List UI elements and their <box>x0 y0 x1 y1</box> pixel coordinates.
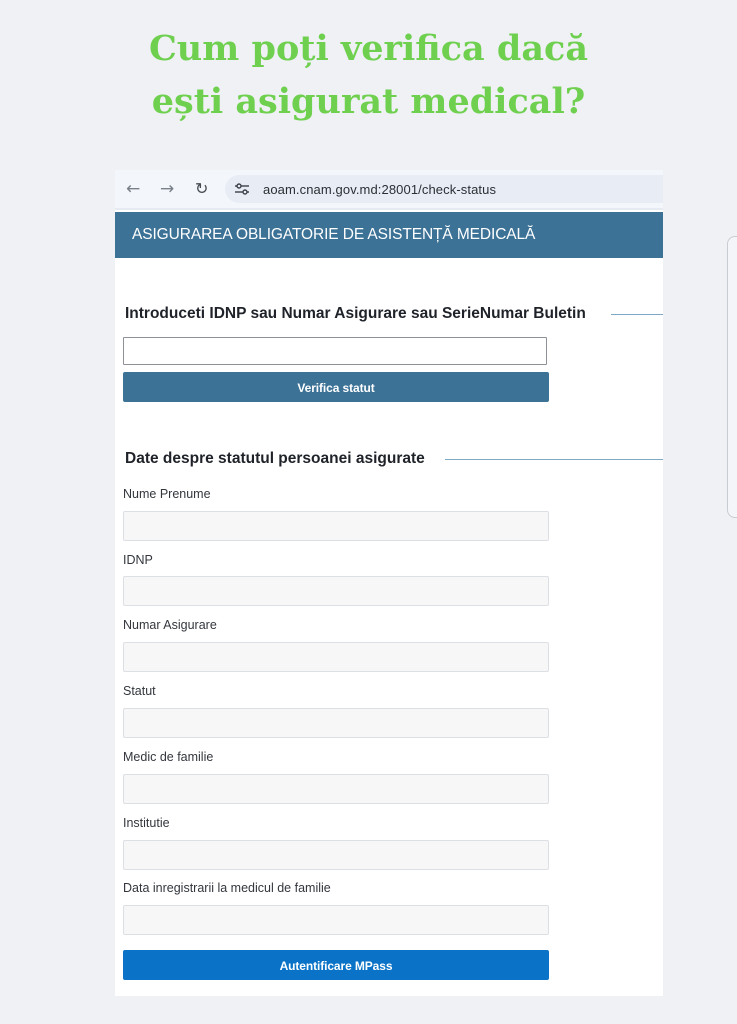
browser-screenshot: ← → ↻ aoam.cnam.gov.md:28001/check-statu… <box>115 170 663 996</box>
status-section-title: Date despre statutul persoanei asigurate <box>125 450 425 467</box>
field-label-insurance-number: Numar Asigurare <box>123 618 217 632</box>
verify-status-button[interactable]: Verifica statut <box>123 372 549 402</box>
field-label-family-doctor: Medic de familie <box>123 750 214 764</box>
address-bar[interactable]: aoam.cnam.gov.md:28001/check-status <box>225 175 663 203</box>
field-idnp <box>123 576 549 606</box>
reload-icon[interactable]: ↻ <box>195 179 208 199</box>
headline-line-2: ești asigurat medical? <box>151 81 586 122</box>
arrow-right-icon[interactable]: → <box>160 179 174 199</box>
field-name <box>123 511 549 541</box>
field-registration-date <box>123 905 549 935</box>
side-panel-handle[interactable] <box>727 236 737 518</box>
arrow-left-icon[interactable]: ← <box>126 179 140 199</box>
browser-toolbar: ← → ↻ aoam.cnam.gov.md:28001/check-statu… <box>115 170 663 210</box>
url-text: aoam.cnam.gov.md:28001/check-status <box>263 182 497 197</box>
field-label-idnp: IDNP <box>123 553 153 567</box>
headline-line-1: Cum poți verifica dacă <box>148 28 589 69</box>
article-headline: Cum poți verifica dacă ești asigurat med… <box>0 22 737 128</box>
field-institution <box>123 840 549 870</box>
app-title: ASIGURAREA OBLIGATORIE DE ASISTENȚĂ MEDI… <box>132 226 536 243</box>
search-section-title: Introduceti IDNP sau Numar Asigurare sau… <box>125 305 586 322</box>
app-header: ASIGURAREA OBLIGATORIE DE ASISTENȚĂ MEDI… <box>115 212 663 258</box>
section-divider <box>445 459 663 460</box>
field-label-registration-date: Data inregistrarii la medicul de familie <box>123 881 331 895</box>
field-insurance-number <box>123 642 549 672</box>
field-label-institution: Institutie <box>123 816 170 830</box>
tune-icon[interactable] <box>234 181 250 197</box>
field-family-doctor <box>123 774 549 804</box>
field-label-status: Statut <box>123 684 156 698</box>
field-status <box>123 708 549 738</box>
mpass-login-button[interactable]: Autentificare MPass <box>123 950 549 980</box>
field-label-name: Nume Prenume <box>123 487 211 501</box>
idnp-input[interactable] <box>123 337 547 365</box>
section-divider <box>611 314 663 315</box>
